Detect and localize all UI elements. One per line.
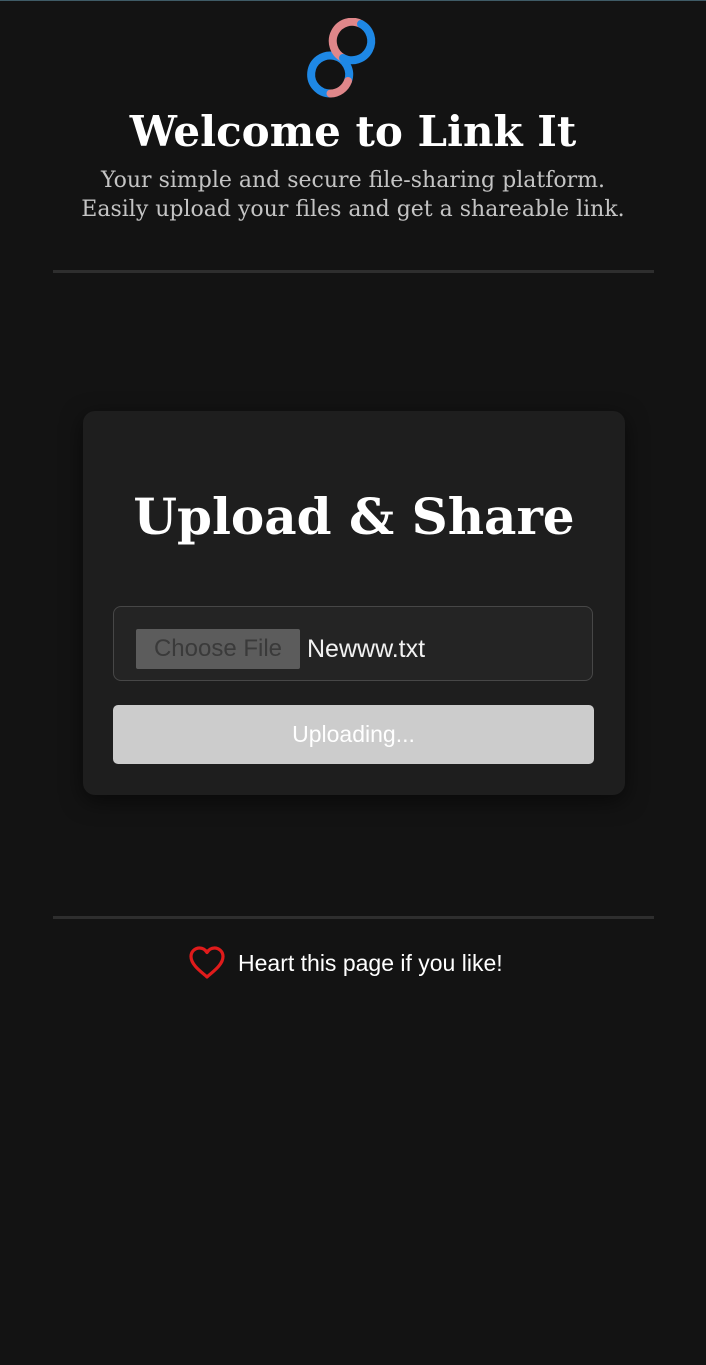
footer-message: Heart this page if you like! bbox=[238, 950, 503, 976]
window-top-edge bbox=[0, 0, 706, 1]
upload-card-title: Upload & Share bbox=[133, 487, 575, 546]
subtitle-line-1: Your simple and secure file-sharing plat… bbox=[101, 168, 605, 193]
heart-icon[interactable] bbox=[188, 944, 226, 982]
subtitle-line-2: Easily upload your files and get a share… bbox=[81, 197, 625, 222]
file-input[interactable]: Choose File Newww.txt bbox=[113, 606, 593, 681]
footer-divider bbox=[53, 916, 654, 919]
page-footer: Heart this page if you like! bbox=[0, 940, 706, 986]
link-infinity-icon bbox=[307, 18, 376, 98]
page-subtitle: Your simple and secure file-sharing plat… bbox=[0, 166, 706, 224]
page-title: Welcome to Link It bbox=[129, 107, 577, 156]
upload-card: Upload & Share Choose File Newww.txt Upl… bbox=[83, 411, 625, 795]
choose-file-button[interactable]: Choose File bbox=[136, 629, 300, 669]
upload-button[interactable]: Uploading... bbox=[113, 705, 594, 764]
header-divider bbox=[53, 270, 654, 273]
selected-file-name: Newww.txt bbox=[307, 635, 426, 663]
